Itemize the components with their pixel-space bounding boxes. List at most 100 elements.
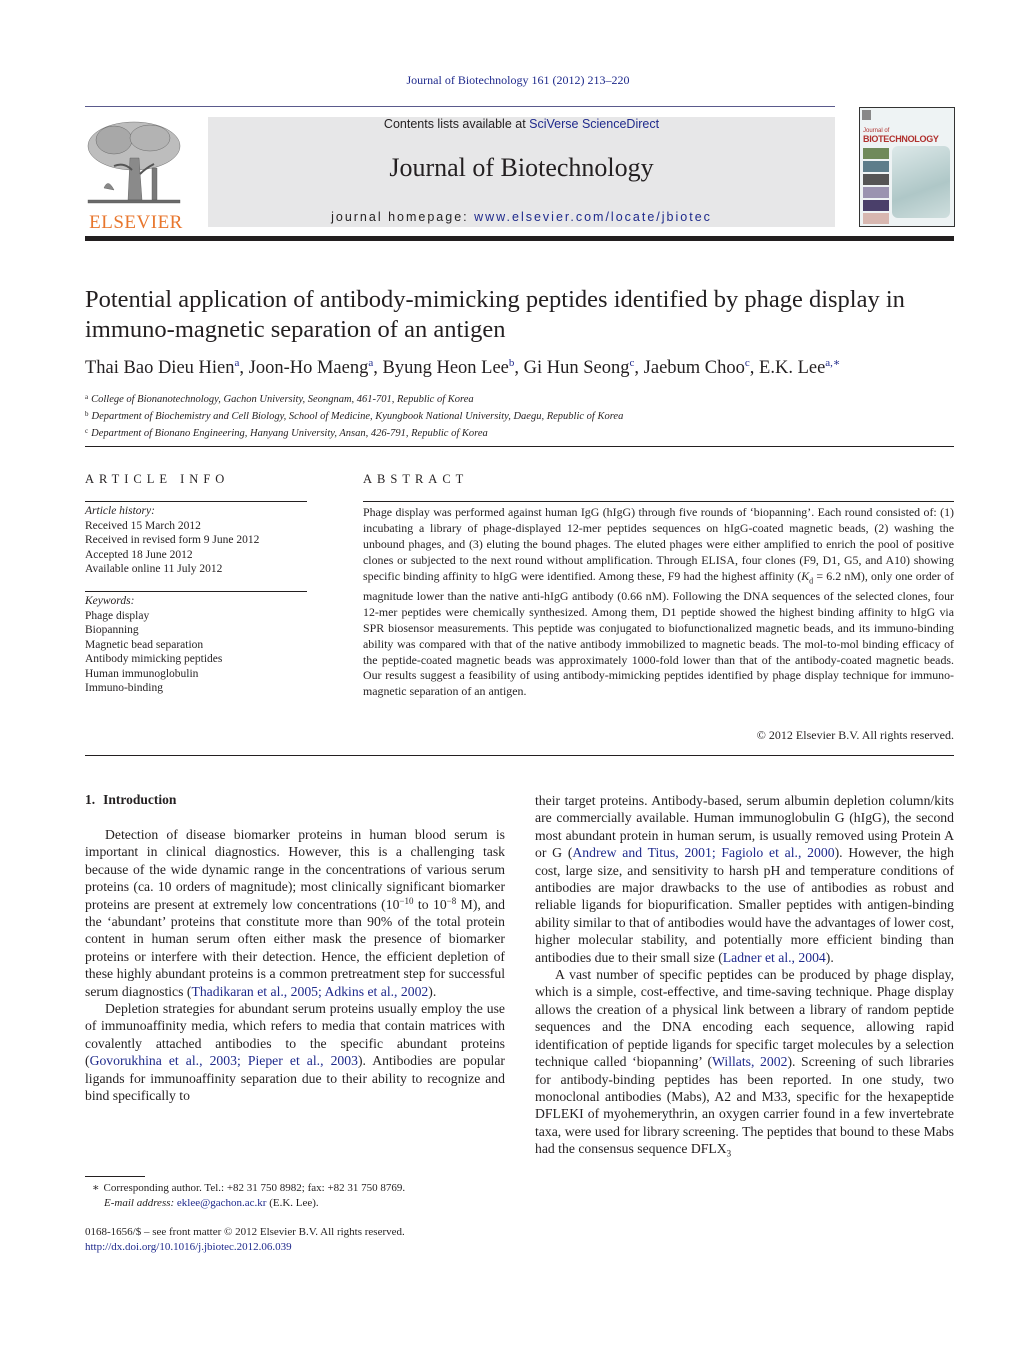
affiliation-text: College of Bionanotechnology, Gachon Uni… [91, 394, 474, 405]
email-label: E-mail address: [104, 1197, 175, 1209]
affiliation-mark[interactable]: a,∗ [825, 357, 840, 369]
issn-line: 0168-1656/$ – see front matter © 2012 El… [85, 1226, 405, 1238]
citation-link[interactable]: Willats, 2002 [712, 1054, 787, 1069]
homepage-line: journal homepage: www.elsevier.com/locat… [208, 210, 835, 224]
footnote-star: ∗ [92, 1182, 100, 1194]
affiliation-mark: a [85, 393, 89, 401]
exponent: −8 [446, 895, 457, 906]
cover-image-tile [863, 200, 889, 211]
paragraph: Depletion strategies for abundant serum … [85, 1000, 505, 1104]
abstract-copyright: © 2012 Elsevier B.V. All rights reserved… [756, 728, 954, 742]
keyword: Human immunoglobulin [85, 667, 199, 680]
author-name[interactable]: Jaebum Choo [644, 358, 745, 378]
affiliation-mark[interactable]: c [630, 357, 635, 369]
abstract-heading: ABSTRACT [363, 472, 469, 486]
article-info-rule [85, 501, 307, 502]
affiliation-mark[interactable]: a [368, 357, 373, 369]
history-item: Received 15 March 2012 [85, 519, 201, 532]
citation-link[interactable]: Govorukhina et al., 2003; Pieper et al.,… [90, 1053, 358, 1068]
keywords: Keywords: Phage display Biopanning Magne… [85, 594, 307, 696]
abstract-rule [363, 501, 954, 502]
corresponding-author-footnote: ∗ Corresponding author. Tel.: +82 31 750 … [92, 1181, 512, 1211]
journal-citation-link[interactable]: Journal of Biotechnology 161 (2012) 213–… [0, 73, 1021, 88]
keyword: Magnetic bead separation [85, 638, 204, 651]
cover-image-tile [863, 148, 889, 159]
elsevier-wordmark: ELSEVIER [89, 212, 183, 233]
sciencedirect-link[interactable]: SciVerse ScienceDirect [529, 117, 659, 131]
affiliation-text: Department of Bionano Engineering, Hanya… [91, 428, 488, 439]
cover-publisher-icon [862, 110, 871, 120]
article-info-heading: ARTICLE INFO [85, 472, 230, 486]
contents-prefix: Contents lists available at [383, 117, 530, 131]
affiliations: a College of Bionanotechnology, Gachon Un… [85, 390, 965, 441]
article-info-rule [85, 591, 307, 592]
kd-symbol: K [801, 568, 810, 583]
paragraph-text: ). Screening of such libraries for antib… [535, 1054, 954, 1157]
history-item: Available online 11 July 2012 [85, 563, 223, 575]
cover-image-tile [863, 161, 889, 172]
history-item: Received in revised form 9 June 2012 [85, 534, 260, 546]
article-history-heading: Article history: [85, 505, 155, 517]
abstract-text: = 6.2 nM), only one order of magnitude l… [363, 568, 954, 699]
author-name[interactable]: Thai Bao Dieu Hien [85, 358, 235, 378]
history-item: Accepted 18 June 2012 [85, 548, 193, 561]
cover-image-tile [863, 187, 889, 198]
footnote-rule [85, 1176, 145, 1177]
article-history: Article history: Received 15 March 2012 … [85, 504, 307, 577]
footnote-line: ∗ Corresponding author. Tel.: +82 31 750 … [92, 1181, 512, 1196]
article-title: Potential application of antibody-mimick… [85, 286, 905, 343]
email-link[interactable]: eklee@gachon.ac.kr [177, 1197, 267, 1209]
cover-artwork [892, 146, 950, 218]
section-number: 1. [85, 792, 96, 807]
affiliation-mark: c [85, 427, 89, 435]
affiliation-mark: b [85, 410, 89, 418]
paragraph-text: ). However, the high cost, large size, a… [535, 845, 954, 965]
citation-link[interactable]: Ladner et al., 2004 [723, 950, 826, 965]
affiliation-mark[interactable]: b [509, 357, 515, 369]
affiliation-mark[interactable]: c [745, 357, 750, 369]
citation-link[interactable]: Thadikaran et al., 2005; Adkins et al., … [191, 984, 428, 999]
affiliation-text: Department of Biochemistry and Cell Biol… [91, 411, 624, 422]
cover-title-line2: BIOTECHNOLOGY [863, 134, 939, 144]
body-column-right: their target proteins. Antibody-based, s… [535, 792, 954, 1158]
affiliation: b Department of Biochemistry and Cell Bio… [85, 407, 965, 424]
section-title: Introduction [103, 792, 177, 807]
exponent: −10 [399, 895, 414, 906]
footnote-contact: Corresponding author. Tel.: +82 31 750 8… [103, 1182, 406, 1194]
citation-link[interactable]: Andrew and Titus, 2001; Fagiolo et al., … [572, 845, 834, 860]
journal-name: Journal of Biotechnology [389, 153, 654, 182]
author-name[interactable]: E.K. Lee [759, 358, 825, 378]
journal-cover-thumbnail[interactable]: Journal of BIOTECHNOLOGY [859, 107, 955, 227]
contents-line: Contents lists available at SciVerse Sci… [208, 117, 835, 131]
author-name[interactable]: Byung Heon Lee [383, 358, 509, 378]
body-column-left: Detection of disease biomarker proteins … [85, 826, 505, 1105]
abstract-body: Phage display was performed against huma… [363, 505, 954, 700]
homepage-link[interactable]: www.elsevier.com/locate/jbiotec [474, 210, 712, 224]
paragraph: Detection of disease biomarker proteins … [85, 826, 505, 1000]
keywords-heading: Keywords: [85, 595, 135, 607]
author-name[interactable]: Gi Hun Seong [524, 358, 630, 378]
paragraph: A vast number of specific peptides can b… [535, 966, 954, 1159]
author-name[interactable]: Joon-Ho Maeng [249, 358, 369, 378]
affiliation: a College of Bionanotechnology, Gachon Un… [85, 390, 965, 407]
author-list: Thai Bao Dieu Hiena, Joon-Ho Maenga, Byu… [85, 357, 841, 378]
keyword: Phage display [85, 609, 150, 622]
footnote-line: E-mail address: eklee@gachon.ac.kr (E.K.… [92, 1196, 512, 1211]
elsevier-tree-icon [87, 121, 181, 204]
paragraph-text: ). [428, 983, 437, 999]
doi-link[interactable]: http://dx.doi.org/10.1016/j.jbiotec.2012… [85, 1241, 292, 1253]
subscript: 3 [726, 1148, 732, 1159]
homepage-prefix: journal homepage: [331, 210, 475, 224]
email-suffix: (E.K. Lee). [266, 1197, 319, 1209]
keyword: Antibody mimicking peptides [85, 653, 223, 665]
keyword: Biopanning [85, 624, 139, 636]
paragraph-text: ). [825, 949, 834, 965]
affiliation-mark[interactable]: a [235, 357, 240, 369]
keyword: Immuno-binding [85, 682, 163, 694]
cover-image-tile [863, 213, 889, 224]
section-rule [85, 446, 954, 447]
cover-image-tile [863, 174, 889, 185]
header-rule [85, 106, 835, 107]
paragraph-text: to 10 [413, 896, 447, 912]
affiliation: c Department of Bionano Engineering, Hany… [85, 424, 965, 441]
